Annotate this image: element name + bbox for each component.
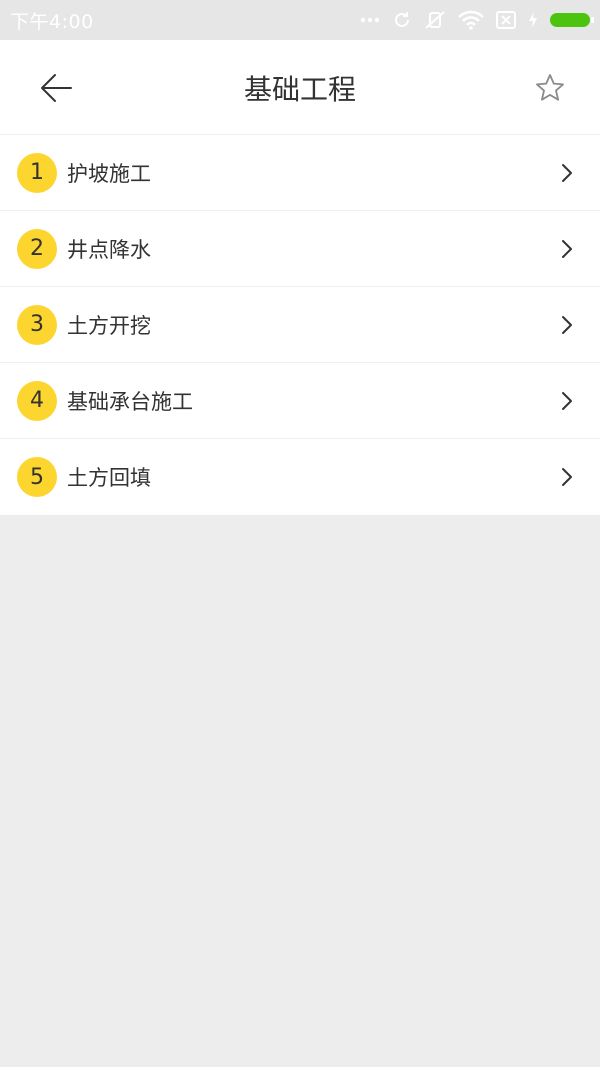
number-badge: 1: [17, 152, 57, 193]
wifi-icon: [458, 10, 484, 30]
list-item-label: 护坡施工: [67, 161, 151, 186]
list-item[interactable]: 1 护坡施工: [0, 135, 600, 211]
list-item-label: 井点降水: [67, 237, 151, 262]
sync-icon: [395, 12, 409, 27]
list-item[interactable]: 3 土方开挖: [0, 287, 600, 363]
chevron-right-icon: [562, 468, 572, 486]
number-badge: 5: [17, 457, 57, 497]
chevron-right-icon: [562, 239, 572, 258]
star-outline-icon: [536, 74, 564, 101]
chevron-right-icon: [562, 163, 572, 182]
vibrate-off-icon: [425, 11, 445, 29]
chevron-right-icon: [562, 391, 572, 410]
more-dots-icon: [360, 17, 380, 23]
number-badge: 3: [17, 304, 57, 345]
charging-icon: [529, 12, 537, 28]
item-list: 1 护坡施工 2 井点降水 3 土方开挖 4 基础承台施工 5 土方回填: [0, 135, 600, 515]
list-item[interactable]: 4 基础承台施工: [0, 363, 600, 439]
app-header: 基础工程: [0, 40, 600, 135]
list-item-label: 土方回填: [67, 466, 151, 490]
page-title: 基础工程: [243, 73, 356, 106]
battery-icon: [550, 13, 594, 27]
status-bar: 下午4:00: [0, 0, 600, 40]
list-item-label: 土方开挖: [67, 313, 151, 338]
chevron-right-icon: [562, 315, 572, 334]
list-item[interactable]: 5 土方回填: [0, 439, 600, 515]
no-sim-icon: [496, 11, 516, 29]
status-icons: [360, 10, 594, 30]
list-item-label: 基础承台施工: [67, 389, 193, 414]
status-time: 下午4:00: [10, 10, 94, 33]
favorite-button[interactable]: [530, 68, 570, 108]
list-item[interactable]: 2 井点降水: [0, 211, 600, 287]
number-badge: 2: [17, 228, 57, 269]
number-badge: 4: [17, 380, 57, 421]
